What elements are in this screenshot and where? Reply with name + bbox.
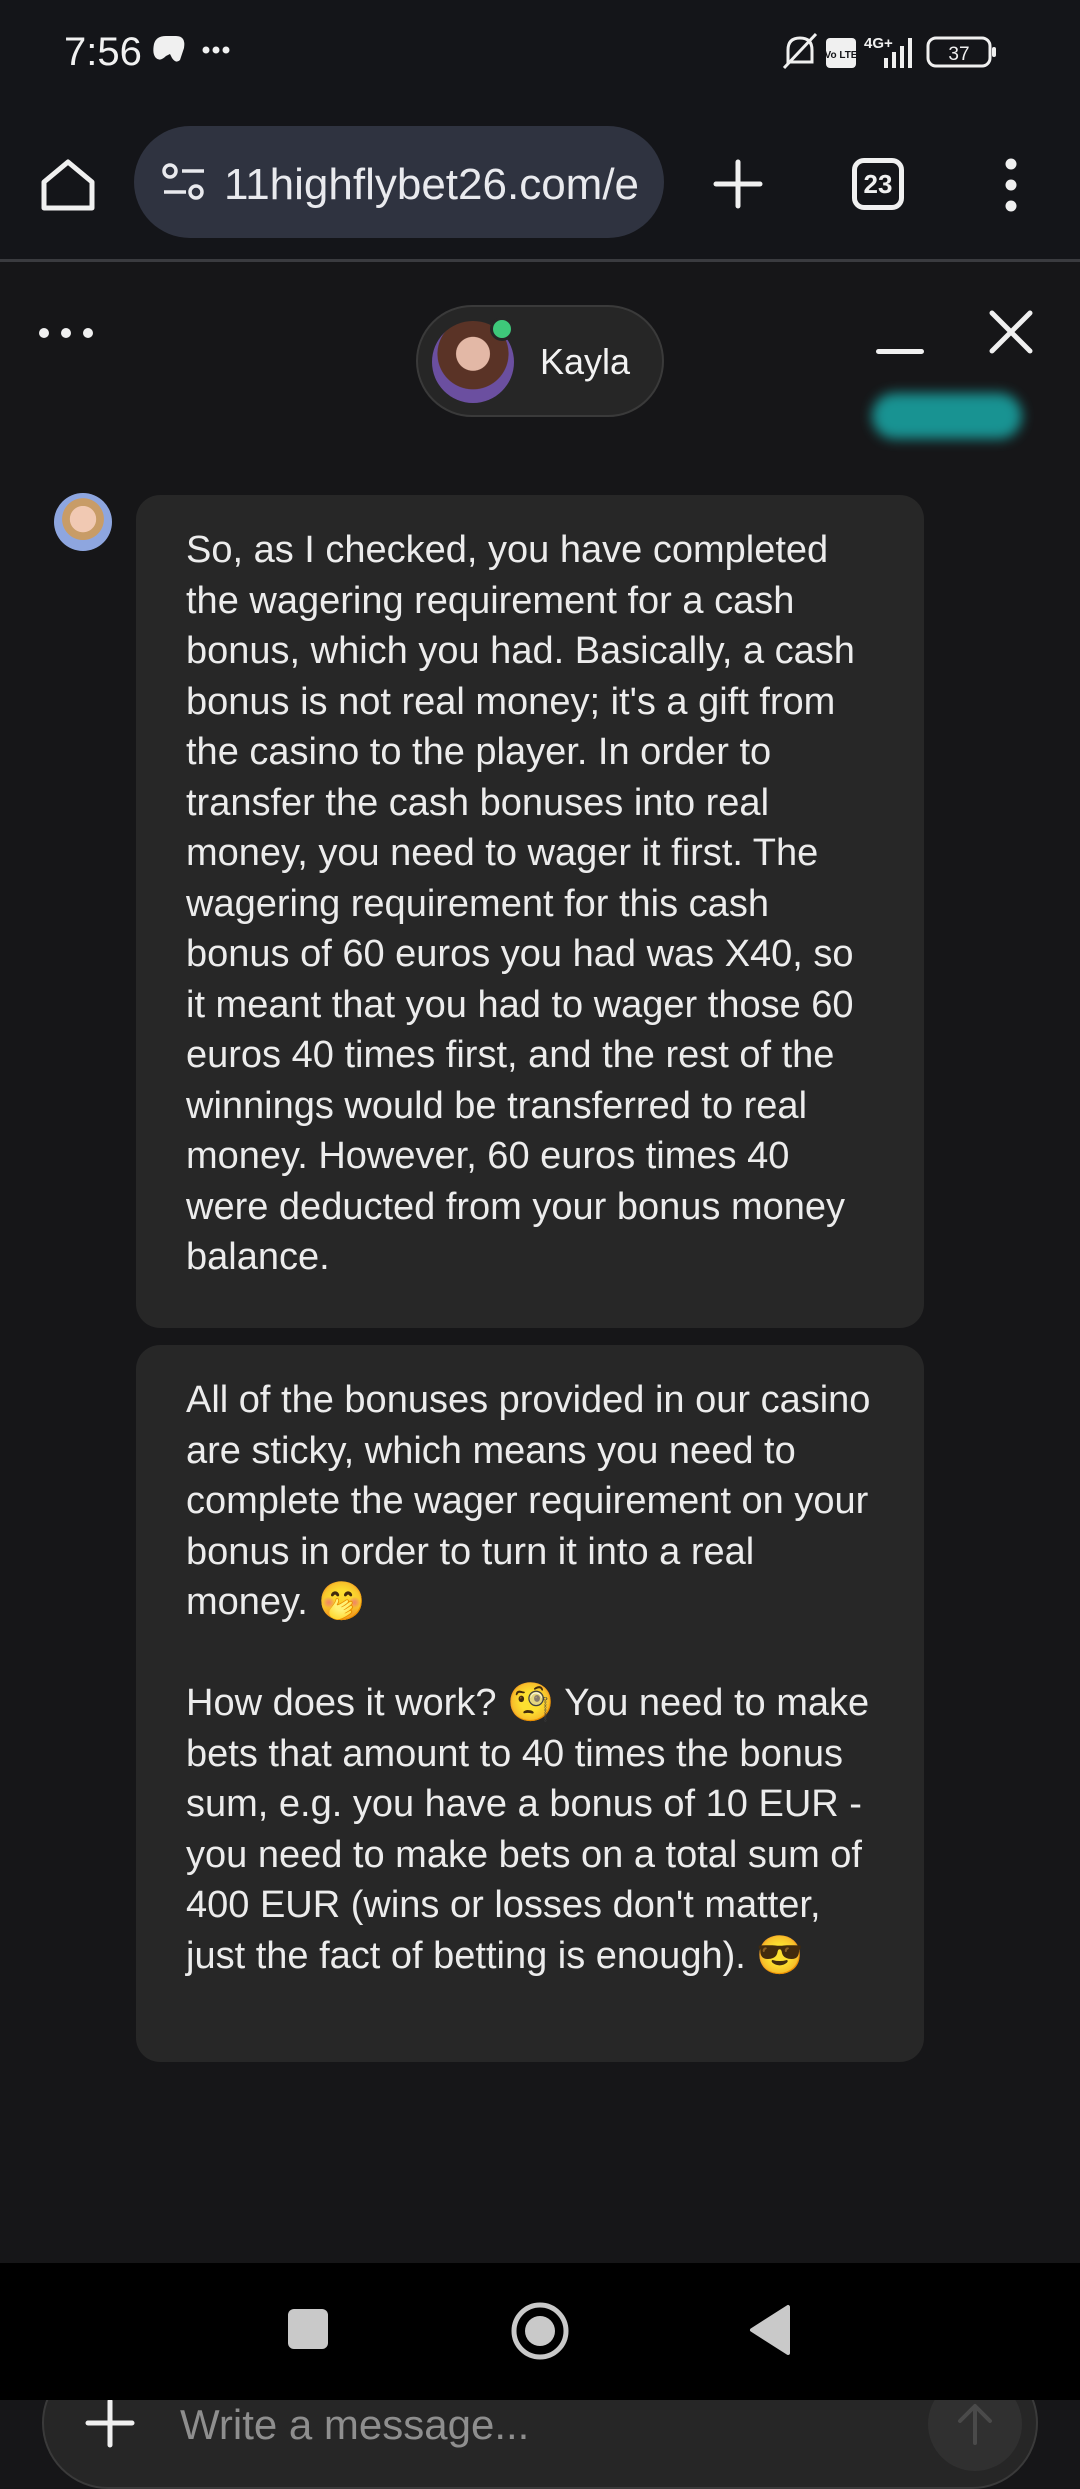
home-circle-icon — [511, 2302, 569, 2360]
status-notification-icons — [150, 30, 230, 75]
home-icon — [41, 159, 95, 211]
mute-bell-icon — [782, 32, 818, 70]
chat-options-button[interactable] — [36, 323, 96, 343]
online-status-indicator — [490, 317, 514, 341]
back-button[interactable] — [748, 2303, 792, 2357]
chat-message-bubble: So, as I checked, you have completed the… — [136, 495, 924, 1328]
more-notifications-icon — [202, 46, 230, 54]
status-bar: 7:56 Vo LTE 4G+ 37 — [0, 0, 1080, 110]
tab-switcher-button[interactable]: 23 — [852, 158, 904, 210]
plus-icon — [85, 2398, 135, 2448]
url-text: 11highflybet26.com/e — [224, 160, 640, 209]
svg-text:4G+: 4G+ — [864, 35, 893, 52]
home-button[interactable] — [36, 152, 100, 216]
attach-button[interactable] — [84, 2397, 136, 2449]
chat-message-text: All of the bonuses provided in our casin… — [186, 1379, 871, 1977]
chat-message-bubble: All of the bonuses provided in our casin… — [136, 1345, 924, 2062]
message-input[interactable] — [178, 2395, 938, 2455]
new-tab-button[interactable] — [706, 152, 770, 216]
volte-icon: Vo LTE — [825, 38, 858, 68]
chat-message-text: So, as I checked, you have completed the… — [186, 529, 866, 1278]
system-navigation-bar — [0, 2263, 1080, 2400]
site-settings-icon — [162, 163, 204, 200]
recent-apps-button[interactable] — [288, 2309, 328, 2349]
game-controller-icon — [153, 36, 185, 62]
message-sender-avatar — [54, 493, 112, 551]
agent-header: Kayla — [416, 305, 664, 417]
system-home-button[interactable] — [510, 2301, 570, 2361]
minimize-icon — [876, 349, 924, 354]
teal-glow-decoration — [872, 393, 1022, 439]
address-bar[interactable]: 11highflybet26.com/e — [134, 126, 664, 238]
status-time: 7:56 — [64, 30, 142, 74]
back-triangle-icon — [750, 2305, 790, 2355]
arrow-up-icon — [958, 2404, 992, 2445]
more-horizontal-icon — [39, 328, 93, 338]
kebab-menu-icon — [1005, 158, 1017, 212]
chat-widget: Kayla So, as I checked, you have complet… — [0, 265, 1080, 2489]
svg-text:Vo LTE: Vo LTE — [825, 50, 858, 61]
browser-toolbar: 11highflybet26.com/e 23 — [0, 110, 1080, 262]
browser-menu-button[interactable] — [996, 150, 1026, 220]
close-chat-button[interactable] — [986, 307, 1036, 357]
plus-icon — [713, 159, 763, 209]
close-icon — [989, 310, 1033, 354]
minimize-chat-button[interactable] — [870, 331, 930, 371]
battery-icon: 37 — [926, 36, 996, 68]
svg-text:37: 37 — [948, 44, 969, 65]
agent-name: Kayla — [540, 341, 631, 382]
status-system-icons: Vo LTE 4G+ 37 — [780, 28, 1020, 78]
